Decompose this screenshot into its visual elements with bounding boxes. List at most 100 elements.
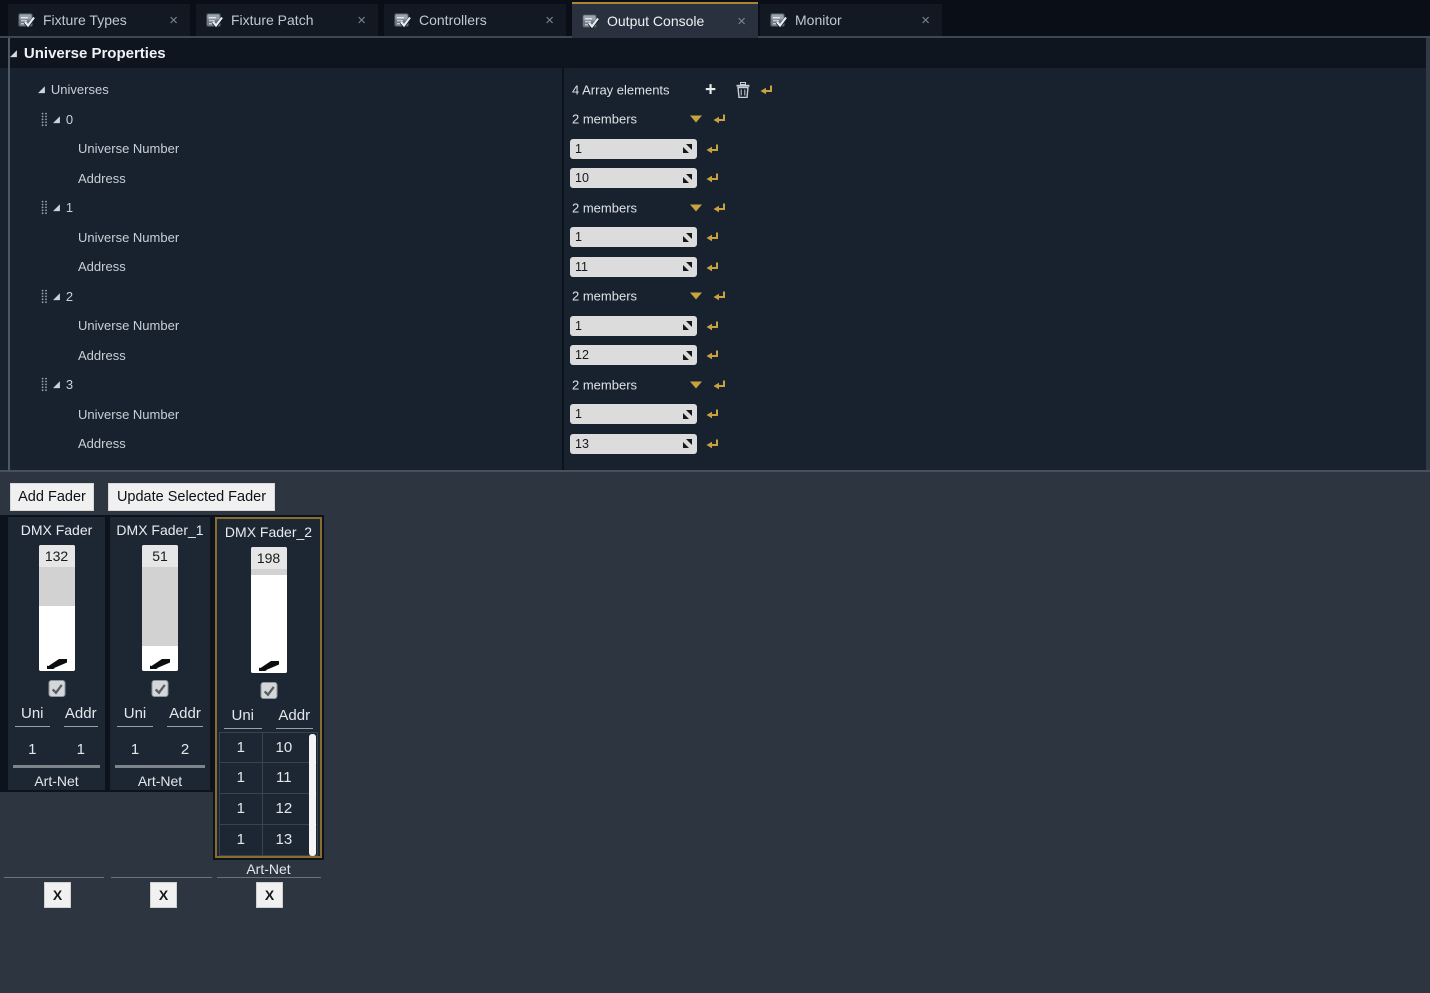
element-dropdown-icon[interactable] [690, 204, 702, 211]
fader-enabled-checkbox[interactable] [152, 680, 169, 697]
diagonal-drag-icon[interactable] [683, 351, 692, 360]
list-item[interactable]: 112 [219, 794, 318, 825]
drag-handle-icon[interactable] [41, 112, 48, 127]
list-item[interactable]: 113 [219, 825, 318, 856]
fader-column-divider [4, 877, 104, 878]
fader-slider[interactable]: 132 [39, 545, 75, 671]
reset-to-default-icon[interactable] [706, 438, 719, 450]
uni-header: Uni [224, 707, 262, 729]
expand-arrow-icon[interactable]: ◢ [53, 379, 60, 390]
diagonal-drag-icon[interactable] [683, 233, 692, 242]
value-summary: 2 members [572, 112, 637, 127]
universe-properties-header[interactable]: ◢ Universe Properties [0, 38, 1430, 68]
reset-to-default-icon[interactable] [713, 202, 726, 214]
reset-to-default-icon[interactable] [713, 290, 726, 302]
slider-thumb-icon[interactable] [46, 656, 68, 669]
value-summary: 2 members [572, 377, 637, 392]
close-icon[interactable]: × [735, 14, 748, 29]
reset-to-default-icon[interactable] [713, 379, 726, 391]
property-row-2-7: ◢22 members [10, 282, 1424, 312]
fader-value: 51 [142, 548, 178, 564]
reset-to-default-icon[interactable] [706, 408, 719, 420]
add-element-icon[interactable]: + [705, 80, 716, 99]
tab-fixture-types[interactable]: Fixture Types × [8, 4, 190, 36]
tab-fixture-patch[interactable]: Fixture Patch× [196, 4, 378, 36]
fader-panel-dmx-fader[interactable]: DMX Fader132UniAddr11Art-Net [8, 517, 105, 790]
element-dropdown-icon[interactable] [690, 116, 702, 123]
reset-to-default-icon[interactable] [706, 349, 719, 361]
addr-value: 2 [160, 741, 210, 761]
number-input[interactable]: 13 [570, 434, 697, 454]
property-row-address-9: Address 12 [10, 341, 1424, 371]
diagonal-drag-icon[interactable] [683, 439, 692, 448]
value-summary: 4 Array elements [572, 82, 670, 97]
fader-column-divider [111, 877, 212, 878]
expand-arrow-icon[interactable]: ◢ [38, 84, 45, 95]
expand-arrow-icon[interactable]: ◢ [53, 291, 60, 302]
expand-arrow-icon[interactable]: ◢ [53, 114, 60, 125]
checkmark-icon [262, 685, 275, 697]
tab-output-console[interactable]: Output Console× [572, 2, 758, 38]
close-icon[interactable]: × [919, 13, 932, 28]
diagonal-drag-icon[interactable] [683, 321, 692, 330]
close-icon[interactable]: × [543, 13, 556, 28]
number-input[interactable]: 1 [570, 404, 697, 424]
fader-enabled-checkbox[interactable] [260, 682, 277, 699]
reset-to-default-icon[interactable] [706, 231, 719, 243]
diagonal-drag-icon[interactable] [683, 262, 692, 271]
fader-slider[interactable]: 51 [142, 545, 178, 671]
fader-enabled-checkbox[interactable] [48, 680, 65, 697]
number-input[interactable]: 1 [570, 227, 697, 247]
fader-panel-dmx-fader-1[interactable]: DMX Fader_151UniAddr12Art-Net [110, 517, 210, 790]
chevron-down-icon [690, 293, 702, 300]
list-item[interactable]: 111 [219, 763, 318, 794]
panel-bottom-splitter[interactable] [0, 470, 1430, 472]
property-name: ◢0 [10, 105, 73, 135]
diagonal-drag-icon[interactable] [683, 410, 692, 419]
reset-to-default-icon[interactable] [760, 84, 773, 96]
reset-to-default-icon[interactable] [713, 113, 726, 125]
tab-monitor[interactable]: Monitor× [760, 4, 942, 36]
property-label: Address [78, 348, 126, 363]
panel-scrollbar-track[interactable] [1426, 38, 1430, 470]
element-dropdown-icon[interactable] [690, 381, 702, 388]
number-input[interactable]: 1 [570, 139, 697, 159]
reset-to-default-icon[interactable] [706, 261, 719, 273]
tab-label: Fixture Types [43, 12, 127, 28]
number-input[interactable]: 11 [570, 257, 697, 277]
chevron-down-icon [690, 204, 702, 211]
reset-to-default-icon[interactable] [706, 172, 719, 184]
reset-to-default-icon[interactable] [706, 143, 719, 155]
close-icon[interactable]: × [355, 13, 368, 28]
property-value: 2 members [570, 105, 1424, 135]
drag-handle-icon[interactable] [41, 200, 48, 215]
tab-controllers[interactable]: Controllers× [384, 4, 566, 36]
expand-arrow-icon[interactable]: ◢ [53, 202, 60, 213]
remove-fader-button[interactable]: X [256, 882, 283, 908]
uni-value: 1 [220, 733, 263, 762]
slider-thumb-icon[interactable] [258, 658, 280, 671]
delete-all-icon[interactable] [736, 82, 750, 98]
drag-handle-icon[interactable] [41, 377, 48, 392]
update-selected-fader-button[interactable]: Update Selected Fader [108, 483, 275, 511]
slider-thumb-icon[interactable] [149, 656, 171, 669]
reset-to-default-icon[interactable] [706, 320, 719, 332]
number-input[interactable]: 12 [570, 345, 697, 365]
list-scrollbar[interactable] [309, 734, 316, 856]
remove-fader-button[interactable]: X [150, 882, 177, 908]
fader-panel-dmx-fader-2[interactable]: DMX Fader_2198UniAddr110111112113 [215, 517, 322, 858]
diagonal-drag-icon[interactable] [683, 174, 692, 183]
element-dropdown-icon[interactable] [690, 293, 702, 300]
add-fader-button[interactable]: Add Fader [10, 483, 94, 511]
list-item[interactable]: 110 [219, 732, 318, 763]
property-value: 13 [570, 429, 1424, 459]
diagonal-drag-icon[interactable] [683, 144, 692, 153]
remove-fader-button[interactable]: X [44, 882, 71, 908]
number-input[interactable]: 1 [570, 316, 697, 336]
collapse-arrow-icon[interactable]: ◢ [10, 48, 17, 59]
close-icon[interactable]: × [167, 13, 180, 28]
fader-slider[interactable]: 198 [251, 547, 287, 673]
drag-handle-icon[interactable] [41, 289, 48, 304]
number-input[interactable]: 10 [570, 168, 697, 188]
fader-column-dmx-fader-1: DMX Fader_151UniAddr12Art-Net [107, 515, 213, 792]
